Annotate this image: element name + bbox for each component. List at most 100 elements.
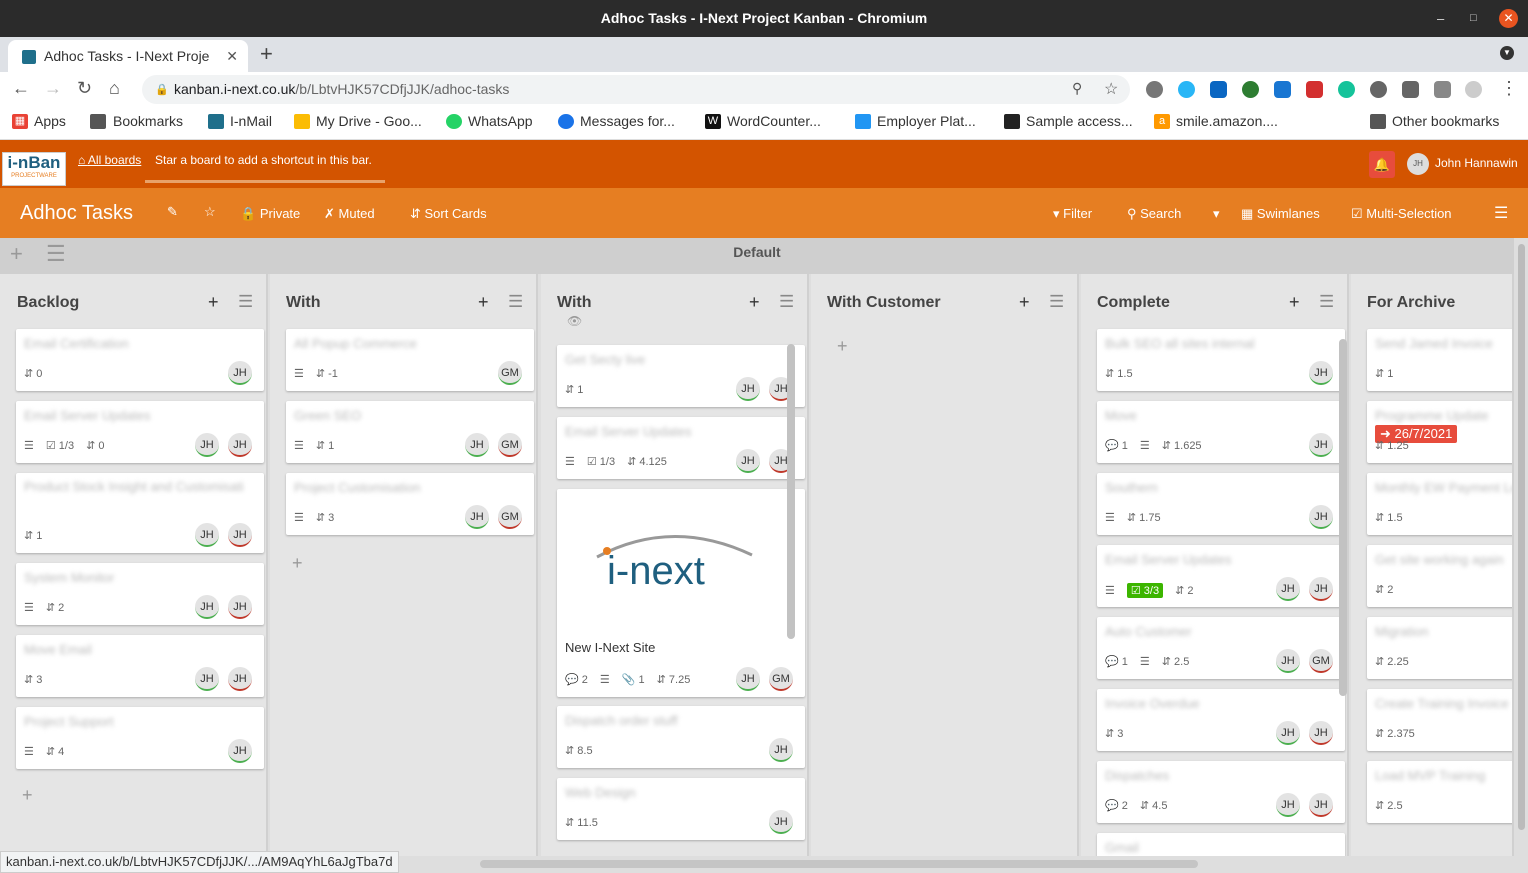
card[interactable]: System Monitor ☰ ⇵ 2 JH JH [16, 563, 264, 625]
bookmark-messages[interactable]: Messages for... [558, 113, 675, 129]
bookmark-other[interactable]: Other bookmarks [1370, 113, 1499, 129]
muted-button[interactable]: ✗ Muted [324, 206, 375, 222]
member-avatar[interactable]: JH [195, 667, 219, 691]
grammarly-icon[interactable] [1338, 81, 1355, 98]
bookmark-inmail[interactable]: I-nMail [208, 113, 272, 129]
star-icon[interactable]: ☆ [204, 204, 216, 220]
add-card-icon[interactable]: + [22, 785, 33, 806]
list-title[interactable]: With [557, 294, 592, 312]
search-button[interactable]: ⚲ Search [1127, 206, 1181, 222]
home-icon[interactable]: ⌂ [109, 78, 120, 99]
menu-dots-icon[interactable]: ⋮ [1500, 78, 1518, 99]
horizontal-scrollbar[interactable] [480, 860, 1198, 868]
add-card-icon[interactable]: + [208, 292, 219, 313]
card[interactable]: Southern ☰ ⇵ 1.75 JH [1097, 473, 1345, 535]
member-avatar[interactable]: JH [228, 595, 252, 619]
card[interactable]: Email Server Updates ☰ ☑ 1/3 ⇵ 4.125 JH JH [557, 417, 805, 479]
list-title[interactable]: Complete [1097, 294, 1170, 312]
bookmark-star-icon[interactable]: ☆ [1104, 79, 1118, 99]
member-avatar[interactable]: JH [228, 739, 252, 763]
member-avatar[interactable]: JH [1276, 721, 1300, 745]
multi-selection-button[interactable]: ☑ Multi-Selection [1351, 206, 1452, 222]
member-avatar[interactable]: JH [736, 449, 760, 473]
card[interactable]: Product Stock Insight and Customisation ⇵… [16, 473, 264, 553]
bookmark-drive[interactable]: My Drive - Goo... [294, 113, 422, 129]
list-title[interactable]: For Archive [1367, 294, 1455, 312]
add-card-icon[interactable]: + [1289, 292, 1300, 313]
browser-tab[interactable]: Adhoc Tasks - I-Next Proje ✕ [8, 40, 248, 72]
minimize-icon[interactable]: – [1437, 0, 1444, 37]
card[interactable]: Send Jamed Invoice ⇵ 1 [1367, 329, 1512, 391]
bookmark-employer[interactable]: Employer Plat... [855, 113, 976, 129]
extension-icon[interactable] [1242, 81, 1259, 98]
card[interactable]: All Popup Commerce ☰ ⇵ -1 GM [286, 329, 534, 391]
add-card-icon[interactable]: + [749, 292, 760, 313]
card[interactable]: Programme Update ➜ 26/7/2021 ⇵ 1.25 [1367, 401, 1512, 463]
notifications-bell-icon[interactable]: 🔔 [1369, 151, 1395, 178]
member-avatar[interactable]: JH [1276, 577, 1300, 601]
key-icon[interactable]: ⚲ [1072, 80, 1082, 97]
card[interactable]: Migration ⇵ 2.25 [1367, 617, 1512, 679]
profile-icon[interactable] [1465, 81, 1482, 98]
edit-icon[interactable]: ✎ [167, 204, 178, 220]
add-card-icon[interactable]: + [292, 553, 303, 574]
close-tab-icon[interactable]: ✕ [226, 40, 238, 72]
member-avatar[interactable]: JH [1309, 361, 1333, 385]
card[interactable]: Move 💬 1 ☰ ⇵ 1.625 JH [1097, 401, 1345, 463]
extension-icon[interactable] [1274, 81, 1291, 98]
card[interactable]: Web Design ⇵ 11.5 JH [557, 778, 805, 840]
member-avatar[interactable]: JH [195, 523, 219, 547]
member-avatar[interactable]: JH [1309, 433, 1333, 457]
member-avatar[interactable]: GM [769, 667, 793, 691]
view-dropdown-icon[interactable]: ▾ [1213, 206, 1220, 222]
board-title[interactable]: Adhoc Tasks [20, 202, 133, 225]
member-avatar[interactable]: JH [195, 595, 219, 619]
list-title[interactable]: With Customer [827, 294, 941, 312]
bookmark-wordcounter[interactable]: W WordCounter... [705, 113, 821, 129]
member-avatar[interactable]: JH [1309, 721, 1333, 745]
card[interactable]: Auto Customer 💬 1 ☰ ⇵ 2.5 JH GM [1097, 617, 1345, 679]
card[interactable]: Get site working again ⇵ 2 [1367, 545, 1512, 607]
card[interactable]: Gmail [1097, 833, 1345, 856]
card[interactable]: Project Customisation ☰ ⇵ 3 JH GM [286, 473, 534, 535]
member-avatar[interactable]: GM [498, 361, 522, 385]
filter-button[interactable]: ▾ Filter [1053, 206, 1092, 222]
eye-icon[interactable]: 👁 [567, 314, 582, 328]
back-icon[interactable]: ← [12, 78, 30, 99]
maximize-icon[interactable]: □ [1470, 0, 1477, 37]
list-menu-icon[interactable]: ☰ [1319, 292, 1334, 312]
card[interactable]: Email Server Updates ☰ ☑ 1/3 ⇵ 0 JH JH [16, 401, 264, 463]
new-tab-button[interactable]: + [260, 41, 273, 67]
user-menu[interactable]: JH John Hannawin [1407, 153, 1518, 175]
member-avatar[interactable]: JH [195, 433, 219, 457]
cast-icon[interactable] [1434, 81, 1451, 98]
card[interactable]: Email Certification ⇵ 0 JH [16, 329, 264, 391]
private-button[interactable]: 🔒 Private [240, 206, 300, 222]
card[interactable]: Dispatches 💬 2 ⇵ 4.5 JH JH [1097, 761, 1345, 823]
list-menu-icon[interactable]: ☰ [1049, 292, 1064, 312]
extension-icon[interactable] [1306, 81, 1323, 98]
address-bar[interactable]: 🔒 kanban.i-next.co.uk/b/LbtvHJK57CDfjJJK… [142, 75, 1130, 104]
member-avatar[interactable]: JH [1276, 649, 1300, 673]
bookmark-amazon[interactable]: a smile.amazon.... [1154, 113, 1278, 129]
list-menu-icon[interactable]: ☰ [779, 292, 794, 312]
page-vertical-scrollbar[interactable] [1518, 244, 1525, 830]
card[interactable]: Create Training Invoice ⇵ 2.375 [1367, 689, 1512, 751]
linkedin-icon[interactable] [1210, 81, 1227, 98]
member-avatar[interactable]: JH [1276, 793, 1300, 817]
bookmark-sample[interactable]: Sample access... [1004, 113, 1133, 129]
add-card-icon[interactable]: + [837, 336, 848, 357]
bookmark-folder[interactable]: Bookmarks [90, 113, 183, 129]
add-card-icon[interactable]: + [1019, 292, 1030, 313]
member-avatar[interactable]: JH [228, 523, 252, 547]
all-boards-link[interactable]: ⌂ All boards [78, 153, 141, 167]
member-avatar[interactable]: JH [736, 377, 760, 401]
member-avatar[interactable]: JH [736, 667, 760, 691]
member-avatar[interactable]: JH [769, 810, 793, 834]
bookmark-whatsapp[interactable]: WhatsApp [446, 113, 533, 129]
member-avatar[interactable]: GM [498, 433, 522, 457]
list-menu-icon[interactable]: ☰ [238, 292, 253, 312]
card[interactable]: Dispatch order stuff ⇵ 8.5 JH [557, 706, 805, 768]
member-avatar[interactable]: JH [228, 361, 252, 385]
close-window-button[interactable]: ✕ [1499, 9, 1518, 28]
